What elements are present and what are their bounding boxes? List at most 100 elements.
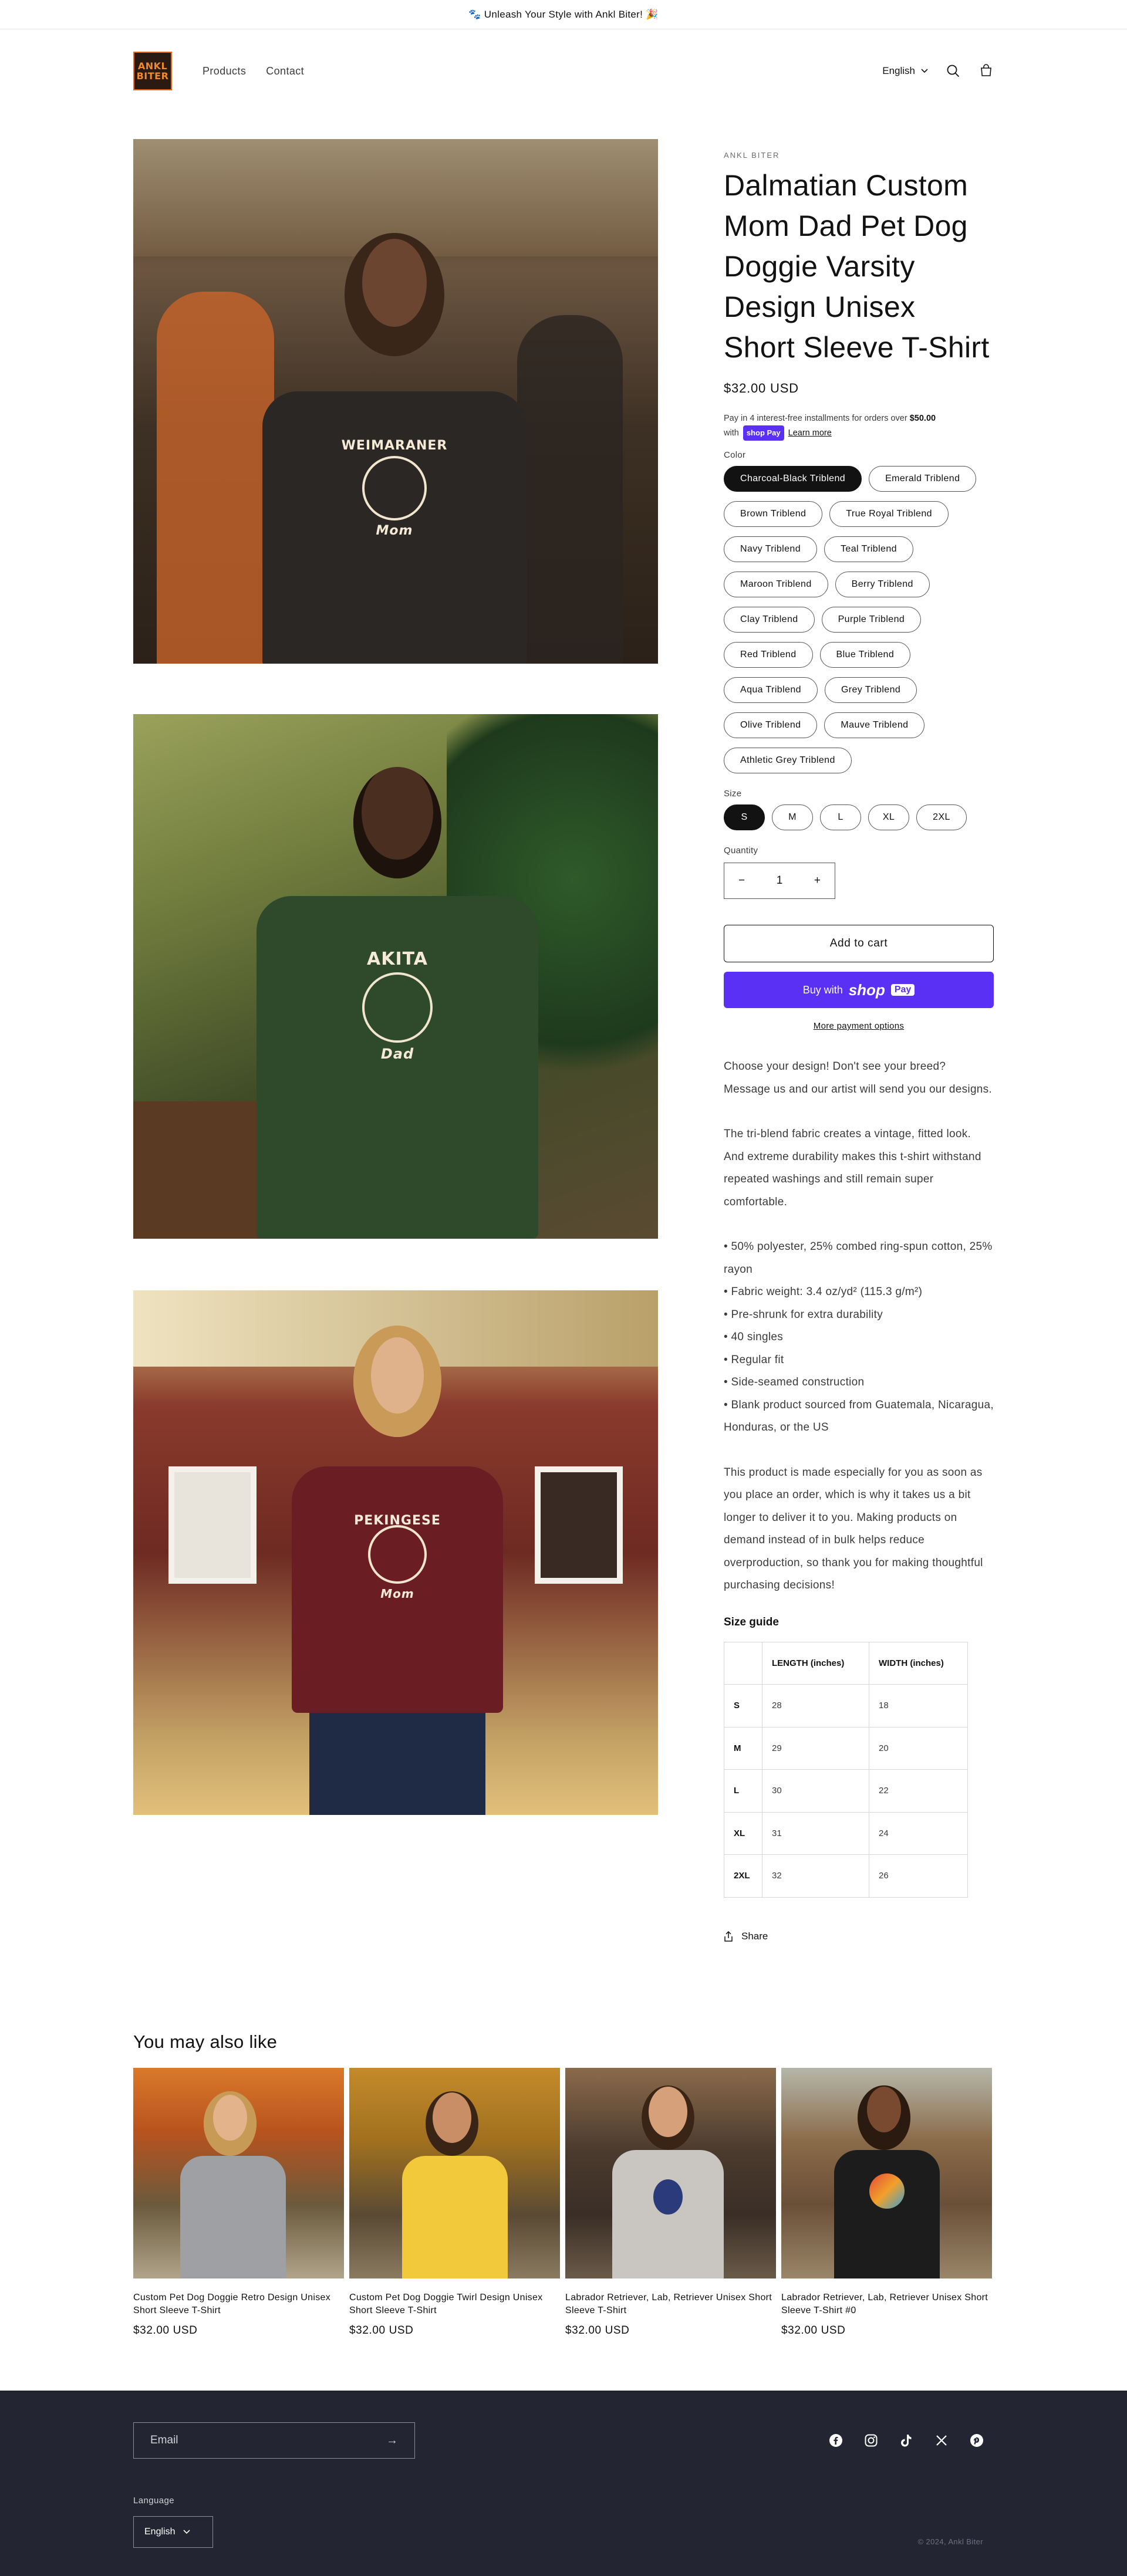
table-cell: L: [724, 1769, 762, 1813]
product-card[interactable]: Custom Pet Dog Doggie Twirl Design Unise…: [349, 2068, 560, 2337]
product-card-title[interactable]: Custom Pet Dog Doggie Twirl Design Unise…: [349, 2291, 560, 2317]
color-option[interactable]: Purple Triblend: [821, 607, 922, 633]
instagram-icon[interactable]: [863, 2433, 879, 2448]
arrow-right-icon[interactable]: →: [386, 2434, 398, 2447]
feature-item: • 50% polyester, 25% combed ring-spun co…: [724, 1240, 993, 1276]
product-image-2[interactable]: AKITA Dad: [133, 714, 658, 1239]
product-card-price: $32.00 USD: [133, 2324, 198, 2337]
feature-item: • Blank product sourced from Guatemala, …: [724, 1398, 994, 1434]
plus-icon[interactable]: +: [814, 874, 821, 887]
color-option[interactable]: Teal Triblend: [824, 536, 913, 562]
size-guide-title: Size guide: [724, 1615, 779, 1628]
facebook-icon[interactable]: [828, 2433, 843, 2448]
main-nav: Products Contact: [203, 65, 304, 77]
copyright: © 2024, Ankl Biter: [917, 2537, 983, 2546]
size-label: Size: [724, 789, 742, 799]
table-row: 2XL 32 26: [724, 1854, 968, 1898]
size-option[interactable]: L: [820, 804, 861, 830]
shirt-graphic-text: AKITA: [367, 949, 428, 969]
description-paragraph: The tri-blend fabric creates a vintage, …: [724, 1128, 981, 1208]
product-card-title[interactable]: Labrador Retriever, Lab, Retriever Unise…: [781, 2291, 992, 2317]
product-card-image[interactable]: [349, 2068, 560, 2278]
color-option[interactable]: Berry Triblend: [835, 572, 930, 597]
product-card-image[interactable]: [133, 2068, 344, 2278]
quantity-label: Quantity: [724, 846, 758, 856]
minus-icon[interactable]: −: [738, 874, 745, 887]
color-option[interactable]: Navy Triblend: [724, 536, 818, 562]
product-card[interactable]: Custom Pet Dog Doggie Retro Design Unise…: [133, 2068, 344, 2337]
logo-text-top: ANKL: [137, 60, 168, 72]
header-actions: English: [882, 63, 994, 79]
cart-icon[interactable]: [978, 63, 994, 79]
learn-more-link[interactable]: Learn more: [788, 428, 832, 438]
color-label: Color: [724, 450, 746, 460]
color-option[interactable]: Olive Triblend: [724, 712, 818, 738]
product-card-title[interactable]: Labrador Retriever, Lab, Retriever Unise…: [565, 2291, 776, 2317]
tiktok-icon[interactable]: [899, 2433, 914, 2448]
chevron-down-icon: [183, 2530, 191, 2534]
table-cell: 22: [869, 1769, 968, 1813]
add-to-cart-button[interactable]: Add to cart: [724, 925, 994, 962]
size-option[interactable]: 2XL: [916, 804, 967, 830]
color-option[interactable]: Aqua Triblend: [724, 677, 818, 703]
pinterest-icon[interactable]: [969, 2433, 984, 2448]
product-description: Choose your design! Don't see your breed…: [724, 1056, 994, 1597]
color-option[interactable]: Mauve Triblend: [824, 712, 925, 738]
store-logo[interactable]: ANKL BITER: [133, 52, 172, 90]
color-option[interactable]: Clay Triblend: [724, 607, 815, 633]
product-card[interactable]: Labrador Retriever, Lab, Retriever Unise…: [565, 2068, 776, 2337]
chevron-down-icon: [921, 69, 928, 73]
color-option[interactable]: Charcoal-Black Triblend: [724, 466, 862, 492]
table-cell: 2XL: [724, 1854, 762, 1898]
language-value: English: [882, 65, 915, 76]
size-option[interactable]: XL: [868, 804, 909, 830]
color-option[interactable]: Athletic Grey Triblend: [724, 748, 852, 773]
color-option[interactable]: Emerald Triblend: [869, 466, 977, 492]
buy-with-shop-pay-button[interactable]: Buy with shop Pay: [724, 972, 994, 1008]
social-links: [828, 2433, 984, 2448]
table-cell: 24: [869, 1811, 968, 1855]
color-option[interactable]: Maroon Triblend: [724, 572, 828, 597]
table-header-cell: [724, 1641, 762, 1685]
shop-pay-badge: shop Pay: [743, 425, 784, 441]
product-title: Dalmatian Custom Mom Dad Pet Dog Doggie …: [724, 169, 990, 364]
product-card-image[interactable]: [781, 2068, 992, 2278]
product-card-title[interactable]: Custom Pet Dog Doggie Retro Design Unise…: [133, 2291, 344, 2317]
search-icon[interactable]: [946, 63, 961, 79]
product-image-1[interactable]: WEIMARANER Mom: [133, 139, 658, 664]
x-icon[interactable]: [934, 2433, 949, 2448]
color-option[interactable]: Brown Triblend: [724, 501, 823, 527]
announcement-text: 🐾 Unleash Your Style with Ankl Biter! 🎉: [468, 8, 659, 20]
color-option[interactable]: True Royal Triblend: [829, 501, 949, 527]
product-card-image[interactable]: [565, 2068, 776, 2278]
more-payment-options-link[interactable]: More payment options: [724, 1021, 994, 1031]
color-option[interactable]: Red Triblend: [724, 642, 813, 668]
size-option[interactable]: M: [772, 804, 813, 830]
description-paragraph: Choose your design! Don't see your breed…: [724, 1060, 993, 1096]
feature-item: • Pre-shrunk for extra durability: [724, 1308, 883, 1321]
footer-language-selector[interactable]: English: [133, 2516, 213, 2548]
language-selector[interactable]: English: [882, 65, 928, 77]
share-button[interactable]: Share: [724, 1931, 994, 1942]
color-option[interactable]: Blue Triblend: [819, 642, 911, 668]
size-options: S M L XL 2XL: [724, 804, 1000, 830]
quantity-input[interactable]: 1: [777, 874, 783, 887]
table-cell: 18: [869, 1684, 968, 1728]
product-card[interactable]: Labrador Retriever, Lab, Retriever Unise…: [781, 2068, 992, 2337]
share-icon: [724, 1931, 733, 1942]
logo-text-bottom: BITER: [136, 70, 169, 82]
size-option[interactable]: S: [724, 804, 765, 830]
color-option[interactable]: Grey Triblend: [824, 677, 917, 703]
feature-item: • Side-seamed construction: [724, 1376, 865, 1388]
table-cell: 31: [762, 1811, 869, 1855]
shirt-graphic-sub: Dad: [380, 1046, 414, 1062]
announcement-bar: 🐾 Unleash Your Style with Ankl Biter! 🎉: [0, 0, 1127, 29]
color-options: Charcoal-Black Triblend Emerald Triblend B…: [724, 466, 1000, 773]
product-image-3[interactable]: PEKINGESE Mom: [133, 1290, 658, 1815]
table-row: L 30 22: [724, 1769, 968, 1813]
nav-link-contact[interactable]: Contact: [266, 65, 304, 77]
nav-link-products[interactable]: Products: [203, 65, 246, 77]
product-card-price: $32.00 USD: [565, 2324, 630, 2337]
newsletter-email-input[interactable]: Email →: [133, 2422, 415, 2459]
size-guide-table: LENGTH (inches) WIDTH (inches) S 28 18 M…: [724, 1641, 968, 1898]
